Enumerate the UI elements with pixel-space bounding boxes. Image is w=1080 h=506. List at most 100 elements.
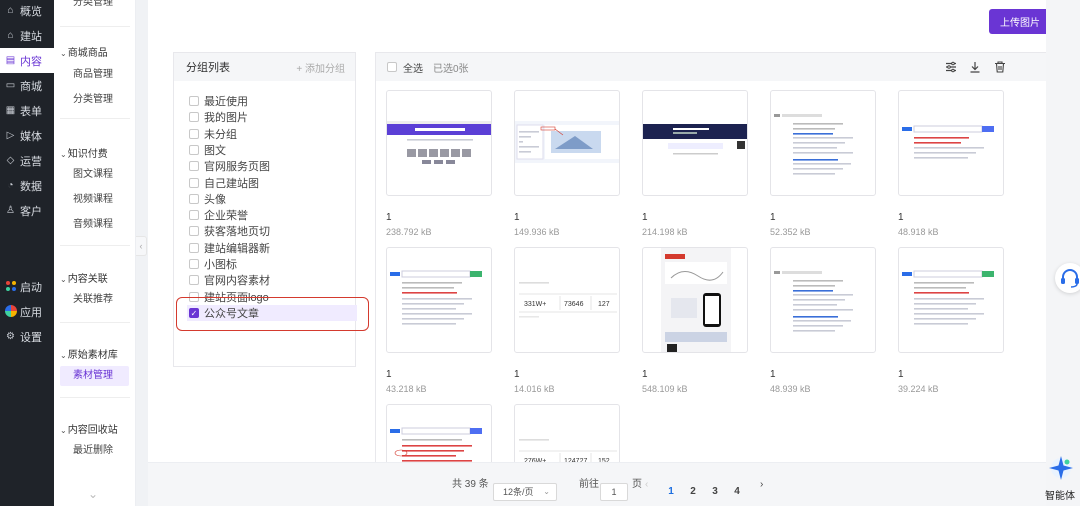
nav-item-label: 商城	[20, 80, 42, 93]
group-item[interactable]: 官网服务页图	[189, 158, 270, 174]
thumbnail-image	[902, 270, 994, 325]
prev-page-icon[interactable]: ‹	[645, 463, 648, 506]
image-card[interactable]	[642, 90, 748, 196]
chevron-down-icon: ⌄	[60, 150, 67, 159]
thumbnail-image	[515, 121, 619, 163]
sub-item[interactable]: 商品管理	[60, 65, 129, 85]
group-checkbox[interactable]	[189, 161, 199, 172]
sub-item[interactable]: 分类管理	[60, 90, 129, 110]
group-item[interactable]: 官网内容素材	[189, 272, 270, 288]
sub-group-1[interactable]: ⌄知识付费	[60, 145, 108, 160]
filter-settings-icon[interactable]	[944, 60, 958, 74]
nav-item-8[interactable]: ♙ 客户	[0, 198, 54, 223]
group-checkbox[interactable]	[189, 112, 199, 123]
group-item[interactable]: 小图标	[189, 256, 237, 272]
sub-item[interactable]: 素材管理	[60, 366, 129, 386]
image-card[interactable]	[386, 404, 492, 462]
group-item[interactable]: 图文	[189, 142, 226, 158]
select-all-label[interactable]: 全选	[403, 60, 423, 75]
chevron-down-icon: ⌄	[60, 426, 67, 435]
divider	[60, 397, 130, 398]
group-label: 公众号文章	[204, 307, 259, 320]
nav-item-5[interactable]: ▷ 媒体	[0, 123, 54, 148]
group-checkbox[interactable]	[189, 242, 199, 253]
image-card[interactable]	[386, 90, 492, 196]
chevron-down-icon[interactable]: ⌄	[88, 487, 98, 501]
chevron-down-icon: ⌄	[60, 351, 67, 360]
nav-bottom-item-0[interactable]: 启动	[0, 274, 54, 299]
group-checkbox[interactable]	[189, 144, 199, 155]
page-size-value: 12条/页	[503, 487, 534, 497]
group-item[interactable]: 企业荣誉	[189, 207, 248, 223]
sub-item[interactable]: 关联推荐	[60, 290, 129, 310]
group-checkbox[interactable]	[189, 259, 199, 269]
tag-icon: ◇	[6, 155, 15, 166]
download-icon[interactable]	[968, 60, 982, 74]
image-card[interactable]: 331W+ 73646 127	[514, 247, 620, 353]
group-item[interactable]: 自己建站图	[189, 175, 259, 191]
group-checkbox[interactable]	[189, 96, 199, 106]
group-checkbox[interactable]	[189, 291, 199, 302]
page-number[interactable]: 1	[663, 483, 679, 501]
group-checkbox[interactable]	[189, 210, 199, 221]
group-item[interactable]: 头像	[189, 191, 226, 207]
group-item[interactable]: 我的图片	[189, 109, 248, 125]
nav-item-4[interactable]: ▦ 表单	[0, 98, 54, 123]
group-item[interactable]: ✓ 公众号文章	[187, 304, 357, 321]
sub-group-4[interactable]: ⌄内容回收站	[60, 421, 118, 436]
customer-service-button[interactable]	[1055, 263, 1080, 293]
sub-item[interactable]: 最近删除	[60, 441, 129, 461]
group-checkbox[interactable]	[189, 226, 199, 237]
image-card[interactable]: 276W+ 124727 152	[514, 404, 620, 462]
page-number[interactable]: 4	[729, 483, 745, 501]
ai-agent-button[interactable]: 智能体	[1042, 450, 1080, 506]
headset-icon	[1061, 269, 1079, 288]
add-group-button[interactable]: + 添加分组	[296, 60, 345, 75]
nav-item-0[interactable]: ⌂ 概览	[0, 0, 54, 23]
image-card[interactable]	[898, 247, 1004, 353]
nav-item-6[interactable]: ◇ 运营	[0, 148, 54, 173]
sub-group-title: 内容关联	[67, 274, 108, 285]
trash-icon[interactable]	[993, 60, 1007, 74]
page-number[interactable]: 2	[685, 483, 701, 501]
image-card[interactable]	[770, 90, 876, 196]
group-checkbox[interactable]	[189, 128, 199, 139]
sub-group-3[interactable]: ⌄原始素材库	[60, 346, 118, 361]
page-number[interactable]: 3	[707, 483, 723, 501]
next-page-icon[interactable]: ›	[760, 463, 763, 506]
image-card[interactable]	[642, 247, 748, 353]
goto-page-input[interactable]: 1	[600, 483, 628, 501]
nav-item-7[interactable]: ◔ 数据	[0, 173, 54, 198]
agent-star-icon	[1049, 456, 1073, 480]
page-size-select[interactable]: 12条/页 ⌄	[493, 483, 557, 501]
group-checkbox[interactable]: ✓	[189, 307, 199, 318]
nav-item-label: 概览	[20, 5, 42, 18]
group-checkbox[interactable]	[189, 193, 199, 204]
collapse-sidebar-button[interactable]: ‹	[136, 236, 147, 256]
sub-item[interactable]: 视频课程	[60, 190, 129, 210]
nav-item-3[interactable]: ▭ 商城	[0, 73, 54, 98]
image-card[interactable]	[386, 247, 492, 353]
group-checkbox[interactable]	[189, 177, 199, 188]
upload-image-button[interactable]: 上传图片	[989, 9, 1051, 34]
group-item[interactable]: 建站编辑器新	[189, 240, 270, 256]
group-checkbox[interactable]	[189, 275, 199, 286]
sub-group-2[interactable]: ⌄内容关联	[60, 270, 108, 285]
image-card[interactable]	[898, 90, 1004, 196]
sub-group-0[interactable]: ⌄商城商品	[60, 44, 108, 59]
group-item[interactable]: 建站页面logo	[189, 289, 269, 305]
group-item[interactable]: 最近使用	[189, 93, 248, 109]
image-card[interactable]	[770, 247, 876, 353]
sub-item-cut[interactable]: 分类管理	[60, 0, 129, 13]
image-size: 14.016 kB	[514, 384, 555, 394]
sub-item[interactable]: 音频课程	[60, 215, 129, 235]
sub-item[interactable]: 图文课程	[60, 165, 129, 185]
image-card[interactable]	[514, 90, 620, 196]
nav-item-2[interactable]: ▤ 内容	[0, 48, 54, 73]
group-item[interactable]: 未分组	[189, 126, 237, 142]
nav-item-1[interactable]: ⌂ 建站	[0, 23, 54, 48]
nav-bottom-item-1[interactable]: 应用	[0, 299, 54, 324]
group-item[interactable]: 获客落地页切	[189, 223, 270, 239]
nav-bottom-item-2[interactable]: ⚙ 设置	[0, 324, 54, 349]
select-all-checkbox[interactable]	[387, 62, 397, 72]
